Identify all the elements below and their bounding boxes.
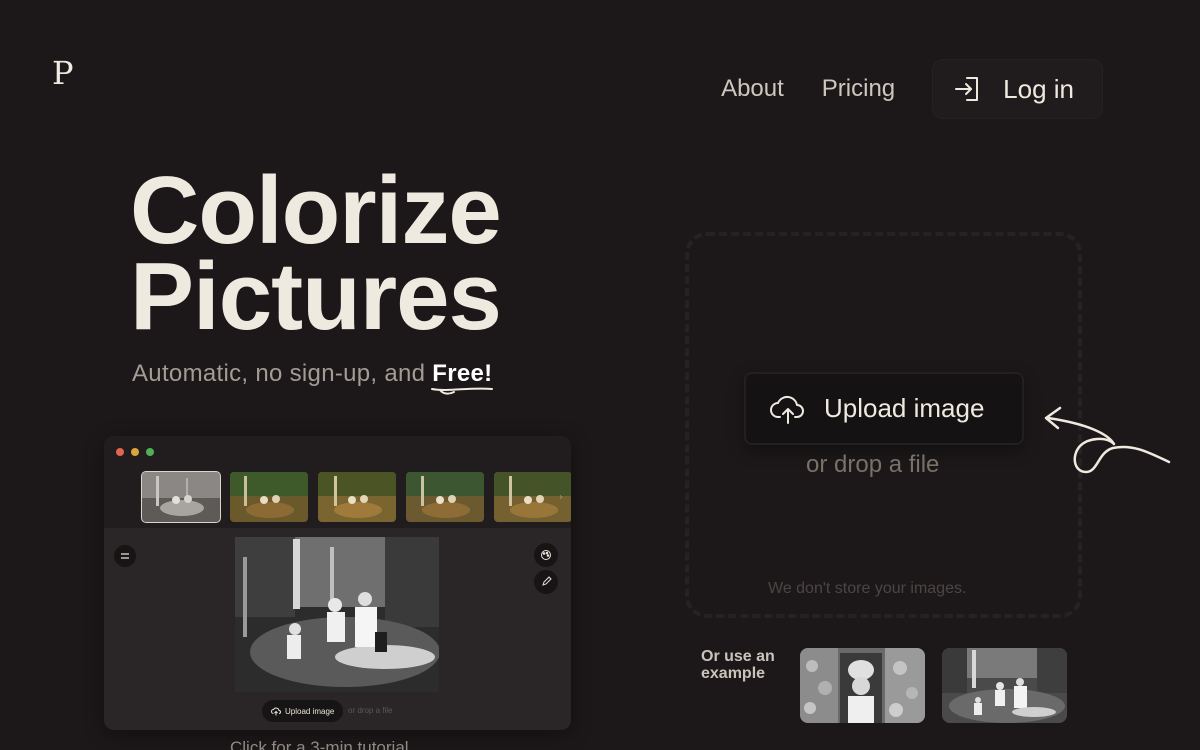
nav-pricing-link[interactable]: Pricing	[822, 75, 895, 103]
hero-title-line2: Pictures	[130, 243, 502, 350]
hero-subtitle: Automatic, no sign-up, and Free!	[132, 360, 494, 395]
hero-subtitle-emphasis: Free!	[431, 360, 494, 395]
preview-upload-button: Upload image	[262, 700, 344, 722]
cloud-upload-icon	[770, 395, 804, 424]
nav-about-link[interactable]: About	[721, 75, 784, 103]
thumbnail-color-1	[230, 472, 308, 522]
thumbnail-original	[141, 471, 221, 523]
hand-drawn-arrow-icon	[1044, 406, 1171, 474]
hero-title-line1: Colorize	[130, 157, 502, 264]
preview-upload-label: Upload image	[285, 706, 335, 716]
menu-icon	[114, 545, 136, 567]
logo[interactable]: P	[52, 57, 74, 89]
window-controls	[116, 448, 154, 456]
login-label: Log in	[1003, 73, 1074, 104]
palette-icon	[534, 543, 558, 567]
thumbnail-color-2	[318, 472, 396, 522]
thumbnail-color-3	[406, 472, 484, 522]
login-button[interactable]: Log in	[933, 60, 1102, 118]
free-text: Free!	[432, 360, 493, 387]
maximize-dot-icon	[146, 448, 154, 456]
chevron-right-icon: ›	[559, 492, 563, 503]
app-preview-video[interactable]: › Upload image or drop a file	[104, 436, 571, 730]
version-thumbnails	[141, 471, 571, 523]
preview-photo	[235, 537, 439, 692]
tutorial-caption[interactable]: Click for a 3-min tutorial	[230, 738, 409, 750]
top-nav: About Pricing Log in	[721, 60, 1102, 118]
close-dot-icon	[116, 448, 124, 456]
examples-label: Or use an example	[701, 648, 775, 682]
upload-image-label: Upload image	[824, 393, 985, 423]
underline-squiggle-icon	[431, 387, 494, 395]
hero-subtitle-prefix: Automatic, no sign-up, and	[132, 360, 433, 387]
minimize-dot-icon	[131, 448, 139, 456]
cloud-upload-icon	[271, 707, 281, 715]
upload-image-button[interactable]: Upload image	[744, 372, 1024, 445]
login-icon	[955, 77, 979, 101]
example-image-1[interactable]	[800, 648, 925, 723]
drop-file-label: or drop a file	[806, 451, 940, 478]
privacy-note: We don't store your images.	[768, 580, 967, 597]
hero-title: Colorize Pictures	[130, 157, 502, 350]
pencil-icon	[534, 570, 558, 594]
preview-drop-label: or drop a file	[348, 706, 393, 715]
example-image-2[interactable]	[942, 648, 1067, 723]
